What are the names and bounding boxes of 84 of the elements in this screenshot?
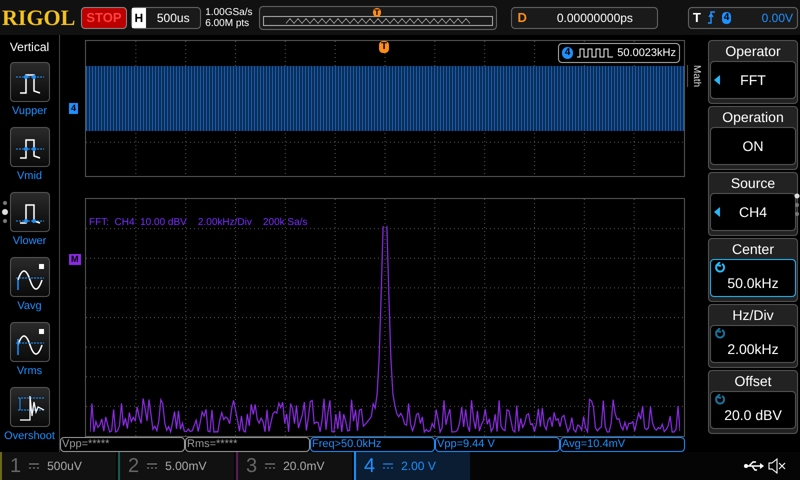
coupling-icon	[147, 463, 158, 469]
channel-number: 4	[364, 454, 376, 479]
measure-label: Vrms	[16, 364, 42, 378]
memory-depth: 6.00M pts	[205, 18, 250, 28]
softkey-value: CH4	[738, 202, 767, 222]
softkey-title: Operation	[722, 108, 784, 127]
coupling-icon	[383, 463, 394, 469]
channel-scale: 500uV	[47, 458, 82, 475]
measure-label: Overshoot	[4, 429, 55, 443]
measure-label: Vlower	[12, 234, 46, 248]
rising-edge-icon	[706, 11, 716, 24]
timebase-label: H	[132, 8, 146, 28]
softkey-value: FFT	[740, 70, 766, 90]
measurement-readout: Freq>50.0kHz	[310, 437, 435, 452]
softkey-title: Center	[732, 240, 774, 259]
softkey-value: 20.0 dBV	[724, 406, 782, 424]
measure-menu-item[interactable]: Vrms	[0, 322, 60, 381]
frequency-value: 50.0023kHz	[617, 46, 676, 61]
coupling-icon	[265, 463, 276, 469]
channel-tab[interactable]: 2 5.00mV	[118, 452, 234, 480]
math-offset-marker: M	[69, 254, 80, 265]
channel-scale: 2.00 V	[401, 458, 436, 475]
usb-icon	[744, 460, 764, 472]
speaker-muted-icon	[768, 458, 786, 474]
trigger-position-marker: T	[372, 8, 382, 16]
page-dots-icon	[1, 200, 9, 224]
softkey-panel[interactable]: Operation ON	[708, 106, 798, 170]
softkey-panel[interactable]: Center 50.0kHz	[708, 238, 798, 302]
sample-rate: 1.00GSa/s	[205, 6, 253, 18]
channel-scale: 20.0mV	[283, 458, 324, 475]
brand-logo: RIGOL	[2, 6, 76, 28]
channel-scale: 5.00mV	[165, 458, 206, 475]
fft-info: FFT: CH4 10.00 dBV 2.00kHz/Div 200k Sa/s	[89, 216, 308, 230]
softkey-panel[interactable]: Offset 20.0 dBV	[708, 370, 798, 434]
channel-tab[interactable]: 3 20.0mV	[236, 452, 352, 480]
knob-icon	[714, 328, 725, 339]
timebase-field[interactable]: H 500us	[130, 6, 202, 28]
delay-value: 0.00000000ps	[556, 10, 634, 26]
coupling-icon	[29, 463, 40, 469]
measure-menu-item[interactable]: Vmid	[0, 127, 60, 186]
softkey-value: 2.00kHz	[727, 340, 779, 358]
channel-number: 3	[246, 454, 258, 479]
knob-icon	[714, 394, 725, 405]
softkey-title: Hz/Div	[732, 306, 774, 325]
measurement-readout: Vpp=*****	[60, 437, 185, 452]
menu-title: Vertical	[10, 39, 50, 56]
math-tab[interactable]: Math	[687, 65, 704, 88]
measure-menu-item[interactable]: Vupper	[0, 62, 60, 121]
channel-number: 1	[10, 454, 22, 479]
trigger-source: 4	[722, 12, 732, 24]
trigger-marker: T	[379, 41, 390, 53]
softkey-value: 50.0kHz	[727, 274, 779, 292]
softkey-panel[interactable]: Hz/Div 2.00kHz	[708, 304, 798, 368]
timebase-value: 500us	[156, 10, 191, 26]
softkey-panel[interactable]: Operator FFT	[708, 40, 798, 104]
delay-label: D	[516, 8, 528, 27]
channel-offset-marker: 4	[69, 103, 78, 114]
measurement-readout: Vpp=9.44 V	[435, 437, 560, 452]
channel-number: 2	[128, 454, 140, 479]
square-wave-icon	[577, 48, 614, 58]
trigger-field[interactable]: T 4 0.00V	[688, 6, 798, 28]
softkey-value: ON	[742, 136, 764, 156]
measure-menu-item[interactable]: Vlower	[0, 192, 60, 251]
channel-tab[interactable]: 4 2.00 V	[354, 452, 470, 480]
measurement-readout: Avg=10.4mV	[560, 437, 685, 452]
measure-menu-item[interactable]: Overshoot	[0, 387, 60, 446]
softkey-title: Operator	[725, 42, 781, 61]
softkey-title: Source	[730, 174, 776, 193]
page-dots-icon	[794, 193, 800, 217]
knob-icon	[714, 262, 725, 273]
softkey-title: Offset	[734, 372, 772, 391]
left-arrow-icon	[714, 207, 720, 217]
measurement-readout: Rms=*****	[185, 437, 310, 452]
channel-badge: 4	[562, 47, 574, 59]
measure-menu-item[interactable]: Vavg	[0, 257, 60, 316]
delay-field[interactable]: D 0.00000000ps	[510, 6, 658, 28]
trigger-label: T	[692, 8, 701, 27]
measure-label: Vupper	[12, 104, 48, 118]
left-arrow-icon	[714, 75, 720, 85]
softkey-panel[interactable]: Source CH4	[708, 172, 798, 236]
trigger-level: 0.00V	[762, 10, 793, 26]
measure-label: Vmid	[16, 169, 42, 183]
channel-tab[interactable]: 1 500uV	[0, 452, 116, 480]
measure-label: Vavg	[17, 299, 42, 313]
